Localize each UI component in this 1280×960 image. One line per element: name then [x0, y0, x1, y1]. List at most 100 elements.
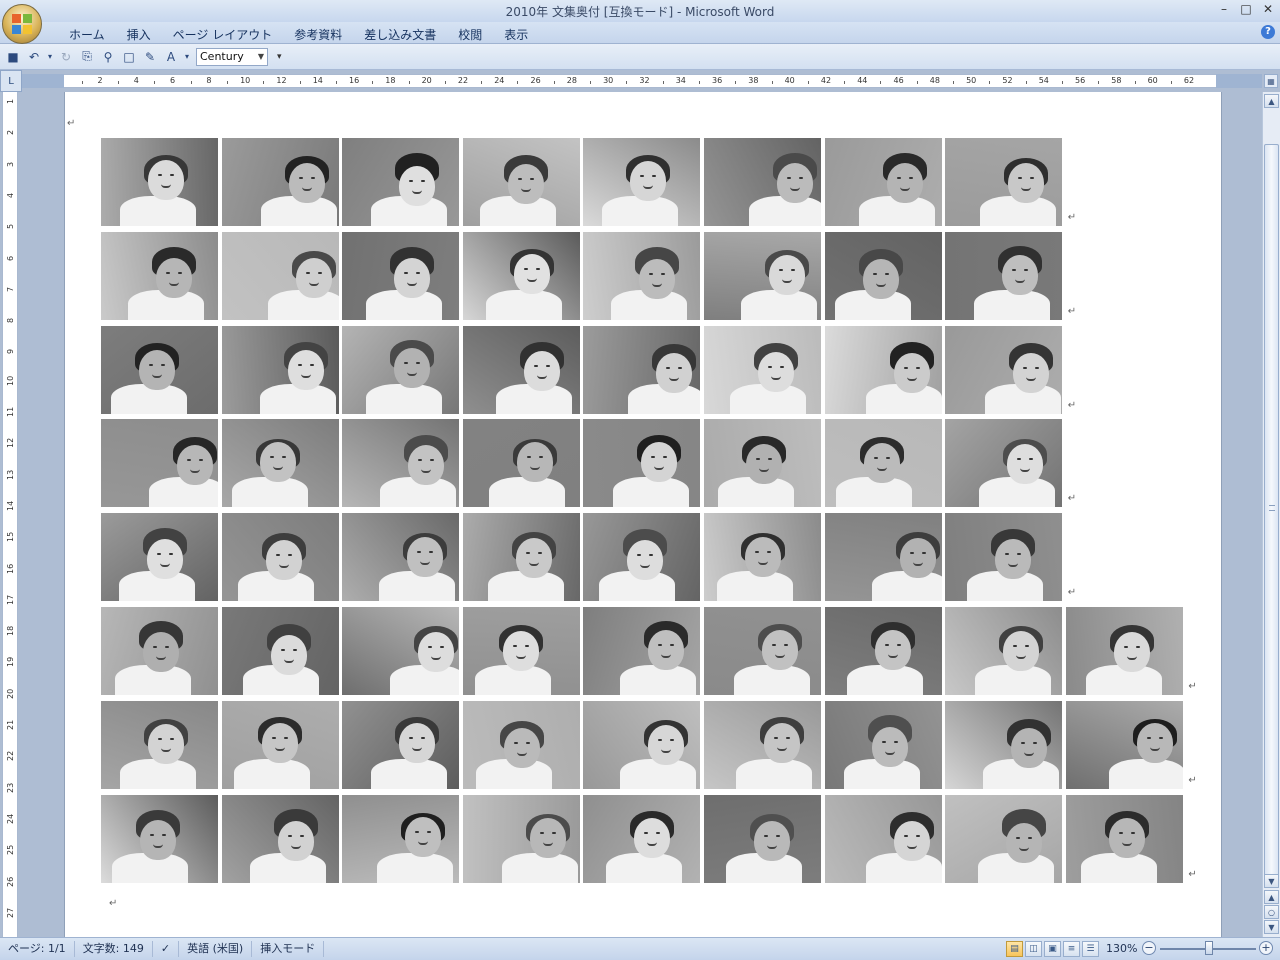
scroll-down-icon[interactable]: ▼	[1264, 874, 1279, 888]
student-photo[interactable]	[462, 325, 580, 414]
student-photo[interactable]	[342, 700, 460, 789]
student-photo[interactable]	[945, 138, 1063, 226]
student-photo[interactable]	[704, 325, 821, 414]
student-photo[interactable]	[824, 419, 942, 508]
document-page[interactable]: ↵ ↵ ↵ ↵ ↵ ↵ ↵ ↵ ↵ ↵	[64, 92, 1222, 937]
student-photo[interactable]	[824, 513, 942, 602]
edit-icon[interactable]: ✎	[141, 48, 159, 66]
student-photo[interactable]	[462, 700, 580, 789]
redo-icon[interactable]: ↻	[57, 48, 75, 66]
student-photo[interactable]	[221, 325, 339, 414]
insert-mode[interactable]: 挿入モード	[252, 941, 325, 957]
next-page-icon[interactable]: ▼	[1264, 920, 1279, 934]
student-photo[interactable]	[342, 513, 460, 602]
student-photo[interactable]	[462, 138, 580, 226]
draft-icon[interactable]: ☰	[1082, 941, 1099, 957]
browse-object-icon[interactable]: ○	[1264, 905, 1279, 919]
student-photo[interactable]	[945, 513, 1063, 602]
student-photo[interactable]	[1065, 794, 1183, 883]
student-photo[interactable]	[462, 607, 580, 695]
student-photo[interactable]	[342, 231, 460, 320]
student-photo[interactable]	[704, 607, 821, 695]
student-photo[interactable]	[945, 607, 1063, 695]
student-photo[interactable]	[824, 325, 942, 414]
tab-page-layout[interactable]: ページ レイアウト	[162, 25, 284, 44]
office-button[interactable]	[2, 4, 42, 44]
student-photo[interactable]	[342, 607, 460, 695]
tab-review[interactable]: 校閲	[447, 25, 493, 44]
word-count[interactable]: 文字数: 149	[75, 941, 153, 957]
student-photo[interactable]	[1065, 607, 1183, 695]
student-photo[interactable]	[704, 794, 821, 883]
student-photo[interactable]	[221, 138, 339, 226]
student-photo[interactable]	[583, 138, 701, 226]
tab-references[interactable]: 参考資料	[283, 25, 353, 44]
student-photo[interactable]	[101, 794, 218, 883]
student-photo[interactable]	[824, 138, 942, 226]
previous-page-icon[interactable]: ▲	[1264, 890, 1279, 904]
student-photo[interactable]	[342, 419, 460, 508]
student-photo[interactable]	[945, 419, 1063, 508]
student-photo[interactable]	[704, 513, 821, 602]
student-photo[interactable]	[101, 138, 218, 226]
proofing-icon[interactable]: ✓	[153, 941, 180, 957]
student-photo[interactable]	[101, 325, 218, 414]
tab-selector-icon[interactable]: L	[0, 70, 22, 92]
student-photo[interactable]	[945, 231, 1063, 320]
student-photo[interactable]	[824, 607, 942, 695]
maximize-icon[interactable]: □	[1240, 2, 1252, 16]
student-photo[interactable]	[462, 419, 580, 508]
vertical-ruler[interactable]: 1 2 3 4 5 6 7 8 9 10 11 12 13 14 15 16 17 18 19 20 21 22 23 24 2…	[2, 92, 18, 937]
student-photo[interactable]	[221, 513, 339, 602]
text-direction-icon[interactable]: A	[162, 48, 180, 66]
undo-dropdown-icon[interactable]: ▾	[46, 48, 54, 66]
save-icon[interactable]: ■	[4, 48, 22, 66]
scroll-up-icon[interactable]: ▲	[1264, 94, 1279, 108]
student-photo[interactable]	[583, 607, 701, 695]
student-photo[interactable]	[583, 794, 701, 883]
student-photo[interactable]	[101, 700, 218, 789]
vertical-scrollbar[interactable]: ▲ ▼ ▲ ○ ▼	[1262, 92, 1280, 937]
minimize-icon[interactable]: –	[1218, 2, 1230, 16]
student-photo[interactable]	[101, 231, 218, 320]
student-photo[interactable]	[221, 231, 339, 320]
student-photo[interactable]	[704, 138, 821, 226]
student-photo[interactable]	[221, 794, 339, 883]
student-photo[interactable]	[704, 419, 821, 508]
outline-icon[interactable]: ≡	[1063, 941, 1080, 957]
new-document-icon[interactable]: □	[120, 48, 138, 66]
student-photo[interactable]	[101, 419, 218, 508]
student-photo[interactable]	[824, 700, 942, 789]
language-indicator[interactable]: 英語 (米国)	[179, 941, 253, 957]
student-photo[interactable]	[583, 419, 701, 508]
student-photo[interactable]	[945, 700, 1063, 789]
student-photo[interactable]	[824, 794, 942, 883]
tab-mailings[interactable]: 差し込み文書	[353, 25, 447, 44]
student-photo[interactable]	[462, 231, 580, 320]
undo-icon[interactable]: ↶	[25, 48, 43, 66]
view-ruler-icon[interactable]: ▦	[1264, 74, 1278, 88]
zoom-in-icon[interactable]: +	[1259, 941, 1273, 955]
zoom-level[interactable]: 130%	[1106, 942, 1137, 955]
student-photo[interactable]	[221, 607, 339, 695]
tab-view[interactable]: 表示	[493, 25, 539, 44]
help-icon[interactable]: ?	[1261, 25, 1275, 39]
student-photo[interactable]	[1065, 700, 1183, 789]
tab-insert[interactable]: 挿入	[116, 25, 162, 44]
student-photo[interactable]	[462, 794, 580, 883]
student-photo[interactable]	[583, 700, 701, 789]
student-photo[interactable]	[221, 700, 339, 789]
zoom-out-icon[interactable]: −	[1142, 941, 1156, 955]
student-photo[interactable]	[945, 325, 1063, 414]
student-photo[interactable]	[824, 231, 942, 320]
student-photo[interactable]	[583, 325, 701, 414]
tab-home[interactable]: ホーム	[58, 25, 116, 44]
print-icon[interactable]: ⎘	[78, 48, 96, 66]
print-preview-icon[interactable]: ⚲	[99, 48, 117, 66]
student-photo[interactable]	[704, 700, 821, 789]
student-photo[interactable]	[101, 513, 218, 602]
web-layout-icon[interactable]: ▣	[1044, 941, 1061, 957]
chevron-down-icon[interactable]: ▼	[258, 52, 264, 61]
student-photo[interactable]	[583, 231, 701, 320]
scrollbar-thumb[interactable]	[1264, 144, 1279, 877]
